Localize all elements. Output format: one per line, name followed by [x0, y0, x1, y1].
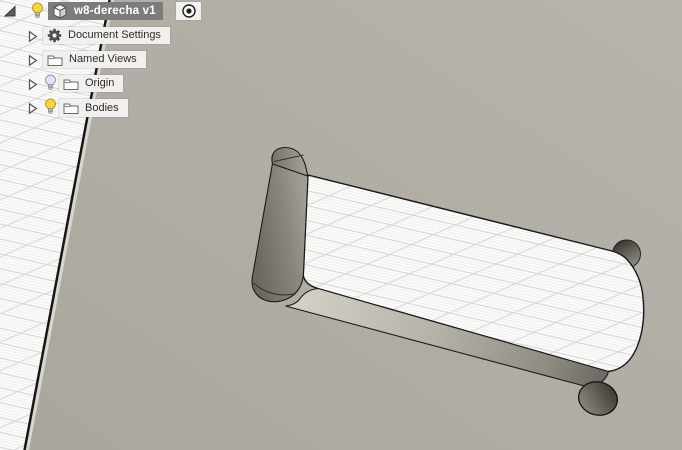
row-content[interactable]: Named Views	[43, 51, 146, 68]
fusion-window: w8-derecha v1 Document Settings Named Vi…	[0, 0, 682, 450]
tree-row-document-settings[interactable]: Document Settings	[0, 27, 210, 45]
tree-row-origin[interactable]: Origin	[0, 74, 210, 93]
lightbulb-on-icon[interactable]	[31, 2, 44, 21]
radio-target-icon	[181, 4, 196, 18]
expand-triangle-open-icon[interactable]	[3, 4, 17, 18]
activate-component-radio[interactable]	[176, 2, 201, 20]
gear-icon	[47, 28, 62, 43]
lightbulb-off-icon[interactable]	[44, 74, 57, 93]
root-component-label: w8-derecha v1	[74, 5, 156, 17]
lightbulb-on-icon[interactable]	[44, 98, 57, 117]
tree-row-bodies[interactable]: Bodies	[0, 98, 210, 117]
expand-triangle-icon[interactable]	[28, 102, 38, 115]
tree-item-label: Origin	[85, 77, 115, 89]
tree-row-named-views[interactable]: Named Views	[0, 51, 210, 69]
expand-triangle-icon[interactable]	[28, 78, 38, 91]
folder-icon	[63, 103, 79, 114]
row-content[interactable]: Document Settings	[43, 27, 170, 44]
tree-item-label: Bodies	[85, 101, 119, 114]
row-content[interactable]: Bodies	[59, 99, 128, 117]
tree-item-label: Document Settings	[68, 29, 161, 41]
tree-item-label: Named Views	[69, 53, 137, 65]
root-component-selected[interactable]: w8-derecha v1	[48, 2, 163, 20]
expand-triangle-icon[interactable]	[28, 30, 38, 43]
folder-icon	[63, 79, 79, 90]
row-content[interactable]: Origin	[59, 75, 124, 92]
component-cube-icon	[53, 3, 67, 19]
expand-triangle-icon[interactable]	[28, 54, 38, 67]
folder-icon	[47, 55, 63, 66]
tree-row-root[interactable]: w8-derecha v1	[0, 2, 210, 20]
